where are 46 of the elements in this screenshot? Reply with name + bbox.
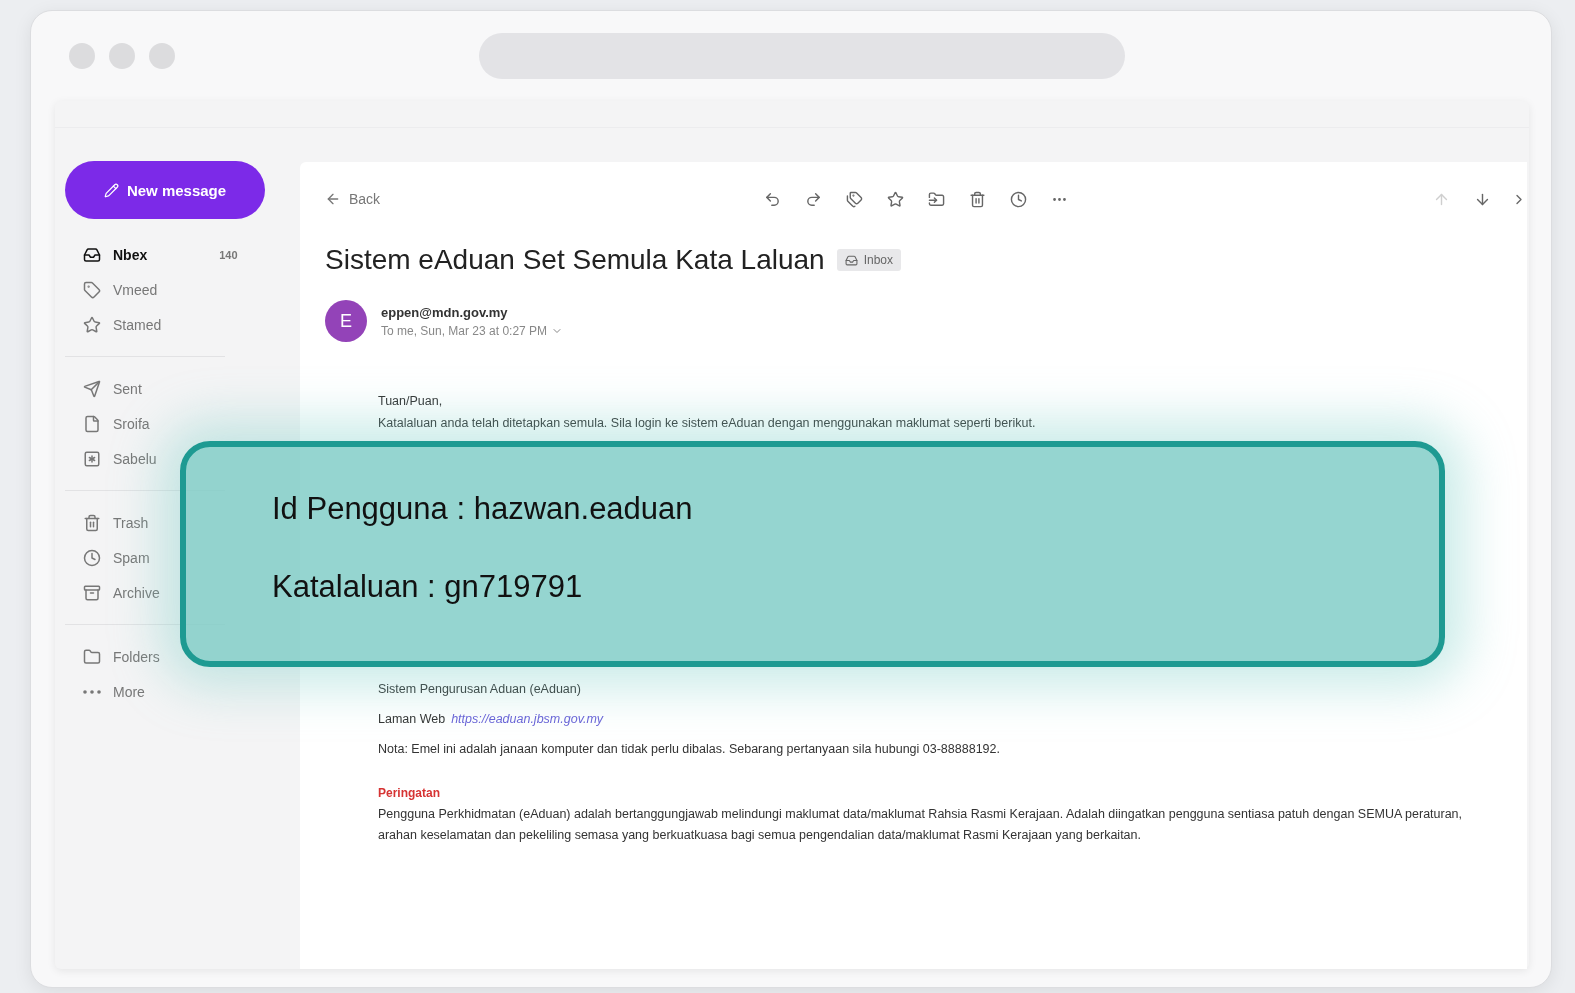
message-text: Tuan/Puan, [378,394,444,408]
unread-count: 140 [219,248,238,261]
message-text: Laman Web [378,712,446,726]
window-dot[interactable] [69,43,95,69]
warning-heading: Peringatan [378,786,441,800]
message-text: Katalaluan anda telah ditetapkan semula. Sila login ke sistem eAduan dengan menggunakan maklumat seperti berikut. [378,416,1037,430]
sender-avatar: E [325,300,367,342]
back-button[interactable]: Back [325,191,381,207]
more-icon [83,689,101,694]
website-link[interactable]: https://eaduan.jbsm.gov.my [451,712,604,726]
sidebar-item[interactable]: Sroifa [65,406,150,441]
window-dot[interactable] [149,43,175,69]
window-dot[interactable] [109,43,135,69]
folder-icon [83,647,101,666]
back-arrow-icon [325,191,341,207]
trash-icon [83,513,101,532]
sidebar-item[interactable]: Sent [65,371,142,406]
sidebar-item[interactable]: Archive [65,575,160,610]
pencil-icon [103,182,119,198]
tag-icon [83,280,101,299]
message-text: Nota: Emel ini adalah janaan komputer dan tidak perlu dibalas. Sebarang pertanyaan sila hubungi 03-88888192. [378,742,1001,756]
send-icon [83,379,101,398]
star-icon [83,315,101,334]
sidebar-item[interactable]: Spam [65,540,150,575]
clock-icon [83,548,101,567]
sidebar-item[interactable]: More [65,674,145,709]
sidebar-item[interactable]: Vmeed [65,272,158,307]
credential-text: Id Pengguna : hazwan.eaduan [272,491,694,527]
compose-button[interactable]: New message [65,161,265,219]
message-subject: Sistem eAduan Set Semula Kata Laluan [325,244,825,276]
credential-text: Katalaluan : gn719791 [272,569,584,605]
square-icon [83,449,101,468]
inbox-tag: Inbox [836,249,901,271]
file-icon [83,414,101,433]
sidebar-item[interactable]: Folders [65,639,160,674]
sidebar-item[interactable]: Trash [65,505,149,540]
sender-address: eppen@mdn.gov.my [381,304,509,320]
sidebar-item[interactable]: Nbex 140 [65,237,238,272]
warning-paragraph: Pengguna Perkhidmatan (eAduan) adalah bertanggungjawab melindungi maklumat data/maklumat Rahsia Rasmi Kerajaan. Adalah diingatkan pengguna sentiasa patuh dengan SEMUA peraturan, arahan keselamatan dan pekeliling semasa yang berkuatkuasa bagi semua pengendalian data/maklumat Rasmi Kerajaan yang berkaitan. [378,806,1464,844]
message-text: Sistem Pengurusan Aduan (eAduan) [378,682,582,696]
inbox-icon [83,245,101,264]
sidebar-item[interactable]: Stamed [65,307,162,342]
archive-icon [83,583,101,602]
inbox-icon [844,253,858,267]
message-meta[interactable]: To me, Sun, Mar 23 at 0:27 PM [381,323,564,338]
sidebar-item[interactable]: Sabelu [65,441,157,476]
